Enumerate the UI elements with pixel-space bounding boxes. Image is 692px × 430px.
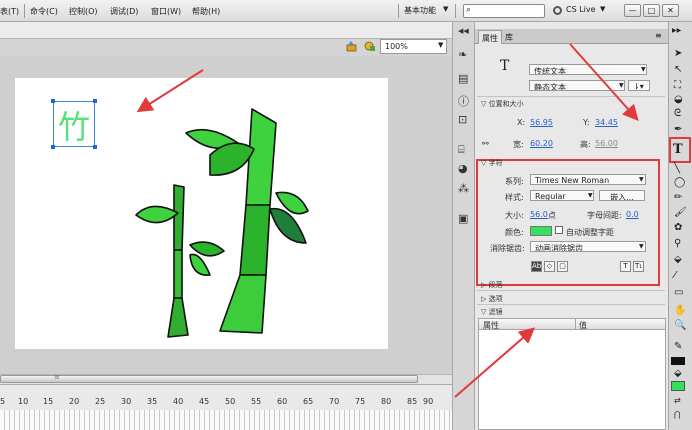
watermark-brand: 搜狗指南 (560, 348, 649, 373)
sogou-logo-glyph: S (527, 343, 543, 368)
watermark-url: zhinan.sogou.com (521, 388, 640, 403)
